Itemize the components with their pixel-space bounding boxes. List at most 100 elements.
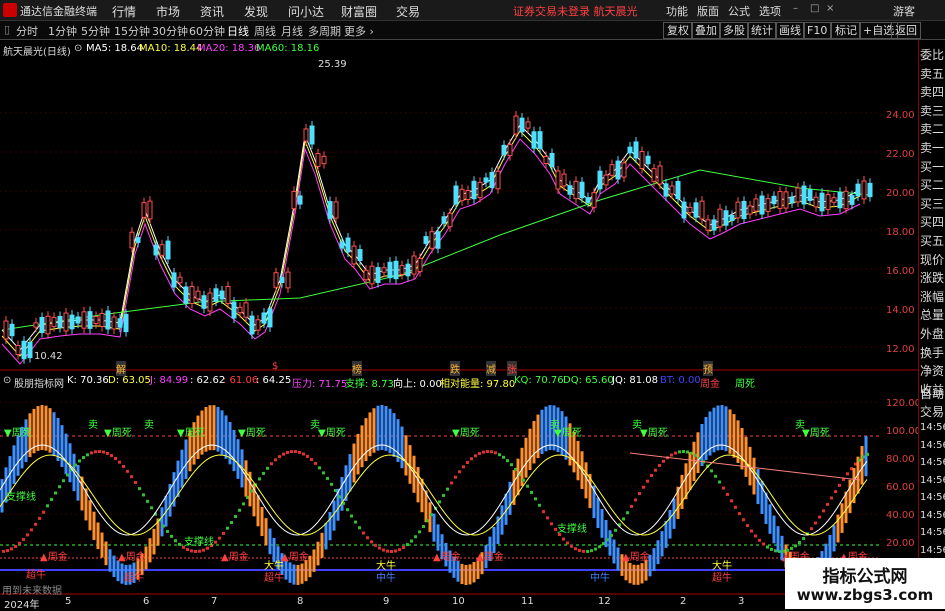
event-marker[interactable]: 张 bbox=[507, 361, 517, 376]
tab-monthly[interactable]: 月线 bbox=[281, 23, 303, 39]
xaxis-label: 11 bbox=[521, 596, 534, 607]
indicator-value: : 62.62 bbox=[190, 375, 226, 386]
auto-trade-label[interactable]: 交易 bbox=[920, 403, 944, 420]
event-marker[interactable]: $ bbox=[272, 361, 278, 372]
price-candles bbox=[3, 111, 873, 364]
xaxis-label: 2 bbox=[680, 596, 687, 607]
ind-ytick: 100.00 bbox=[886, 426, 921, 437]
watermark: 指标公式网 www.zbgs3.com bbox=[785, 558, 945, 609]
trade-time: 14:56 bbox=[920, 422, 945, 433]
settings-icon[interactable]: ⊙ bbox=[74, 43, 82, 54]
quote-label: 总量 bbox=[920, 308, 945, 323]
tab-60min[interactable]: 60分钟 bbox=[189, 23, 225, 39]
quote-label: 现价 bbox=[920, 252, 945, 267]
signal-zhicheng: 支撑线 bbox=[184, 537, 214, 548]
menu-gongshi[interactable]: 公式 bbox=[728, 3, 750, 19]
menu-gongneng[interactable]: 功能 bbox=[666, 3, 688, 19]
price-ytick: 12.00 bbox=[886, 344, 915, 355]
indicator-value: : 64.25 bbox=[256, 375, 292, 386]
watermark-url: www.zbgs3.com bbox=[796, 586, 934, 604]
signal-zhousi: ▼周死 bbox=[640, 428, 668, 439]
quote-label: 委比 bbox=[920, 48, 945, 62]
quote-label: 换手 bbox=[920, 345, 945, 360]
signal-chaoniu: 超牛 bbox=[264, 573, 284, 584]
price-ytick: 20.00 bbox=[886, 188, 915, 199]
menu-item-hangqing[interactable]: 行情 bbox=[112, 3, 136, 20]
signal-zhousi: ▼周死 bbox=[318, 428, 346, 439]
signal-chaoniu: 超牛 bbox=[26, 570, 46, 581]
high-price-label: 25.39 bbox=[318, 59, 347, 70]
menu-item-jiaoyi[interactable]: 交易 bbox=[396, 3, 420, 20]
btn-diejia[interactable]: 叠加 bbox=[691, 22, 721, 39]
low-price-label: 10.42 bbox=[34, 351, 63, 362]
tab-daily[interactable]: 日线 bbox=[227, 23, 249, 39]
event-marker[interactable]: 预 bbox=[703, 361, 713, 376]
minimize-icon[interactable]: – bbox=[793, 3, 798, 14]
menu-xuanxiang[interactable]: 选项 bbox=[759, 3, 781, 19]
tab-fenshi[interactable]: 分时 bbox=[16, 23, 38, 39]
signal-zhicheng: 支撑线 bbox=[6, 492, 36, 503]
collapse-icon[interactable]: ▯ bbox=[4, 23, 10, 36]
tab-30min[interactable]: 30分钟 bbox=[152, 23, 188, 39]
signal-zhousi: ▼周死 bbox=[238, 428, 266, 439]
btn-fuquan[interactable]: 复权 bbox=[663, 22, 693, 39]
event-marker[interactable]: 榜 bbox=[352, 361, 362, 376]
quote-label: 涨跌 bbox=[920, 271, 945, 286]
quote-label: 卖三 bbox=[920, 103, 945, 118]
ind-ytick: 40.00 bbox=[886, 510, 915, 521]
indicator-settings-icon[interactable]: ⊙ bbox=[3, 375, 11, 386]
menu-item-shichang[interactable]: 市场 bbox=[156, 3, 180, 20]
btn-fanhui[interactable]: 返回 bbox=[891, 22, 921, 39]
xaxis-label: 3 bbox=[738, 596, 745, 607]
indicator-value: BT: 0.00 bbox=[660, 375, 701, 386]
quote-label: 卖五 bbox=[920, 66, 945, 81]
auto-trade-label[interactable]: 自动 bbox=[920, 385, 944, 402]
indicator-value: 支撑: 8.73 bbox=[345, 379, 394, 390]
indicator-value: 压力: 71.75 bbox=[292, 379, 348, 390]
tab-1min[interactable]: 1分钟 bbox=[48, 23, 77, 39]
tab-multi-period[interactable]: 多周期 bbox=[308, 23, 341, 39]
menu-item-zixun[interactable]: 资讯 bbox=[200, 3, 224, 20]
event-marker[interactable]: 减 bbox=[486, 361, 496, 376]
indicator-value: JQ: 81.08 bbox=[612, 375, 658, 386]
ind-ytick: 80.00 bbox=[886, 454, 915, 465]
menu-item-caifuquan[interactable]: 财富圈 bbox=[341, 3, 377, 20]
ma5-label: MA5: 18.64 bbox=[86, 43, 144, 54]
menu-item-faxian[interactable]: 发现 bbox=[244, 3, 268, 20]
signal-zhongniu: 中牛 bbox=[376, 573, 396, 584]
btn-huaxian[interactable]: 画线 bbox=[775, 22, 805, 39]
menu-item-wenxiaoda[interactable]: 问小达 bbox=[288, 3, 324, 20]
signal-zhoujin: ▲周金 bbox=[476, 552, 504, 563]
indicator-value: 周死 bbox=[735, 379, 755, 390]
btn-tongji[interactable]: 统计 bbox=[747, 22, 777, 39]
signal-zhousi: ▼周死 bbox=[4, 428, 32, 439]
event-marker[interactable]: 跌 bbox=[450, 361, 460, 376]
btn-biaoji[interactable]: 标记 bbox=[831, 22, 861, 39]
user-guest-label[interactable]: 游客 bbox=[893, 3, 915, 19]
menu-banmian[interactable]: 版面 bbox=[697, 3, 719, 19]
signal-chaoniu: 超牛 bbox=[712, 573, 732, 584]
tab-weekly[interactable]: 周线 bbox=[254, 23, 276, 39]
signal-zhoujin: ▲周金 bbox=[40, 552, 68, 563]
maximize-icon[interactable]: □ bbox=[810, 3, 819, 14]
xaxis-label: 10 bbox=[452, 596, 465, 607]
btn-duogu[interactable]: 多股 bbox=[719, 22, 749, 39]
timeframe-toolbar: ▯ 分时 1分钟 5分钟 15分钟 30分钟 60分钟 日线 周线 月线 多周期… bbox=[0, 21, 945, 40]
indicator-name: 股朋指标网 bbox=[14, 379, 64, 390]
price-ytick: 22.00 bbox=[886, 149, 915, 160]
close-icon[interactable]: × bbox=[826, 3, 834, 14]
tab-5min[interactable]: 5分钟 bbox=[81, 23, 110, 39]
quote-label: 卖四 bbox=[920, 85, 945, 100]
event-marker[interactable]: 解 bbox=[116, 361, 126, 376]
trade-time: 14:56 bbox=[920, 544, 945, 556]
quote-label: 买五 bbox=[920, 234, 945, 248]
chart-canvas[interactable] bbox=[0, 40, 918, 609]
btn-f10[interactable]: F10 bbox=[803, 22, 832, 39]
quote-label: 涨幅 bbox=[920, 289, 945, 304]
tab-15min[interactable]: 15分钟 bbox=[114, 23, 150, 39]
trade-time: 14:56 bbox=[920, 474, 945, 486]
indicator-value: D: 63.05 bbox=[108, 375, 151, 386]
tab-more[interactable]: 更多 › bbox=[344, 23, 374, 39]
xaxis-label: 8 bbox=[297, 596, 304, 607]
footer-note: 用到未来数据 bbox=[2, 586, 62, 597]
